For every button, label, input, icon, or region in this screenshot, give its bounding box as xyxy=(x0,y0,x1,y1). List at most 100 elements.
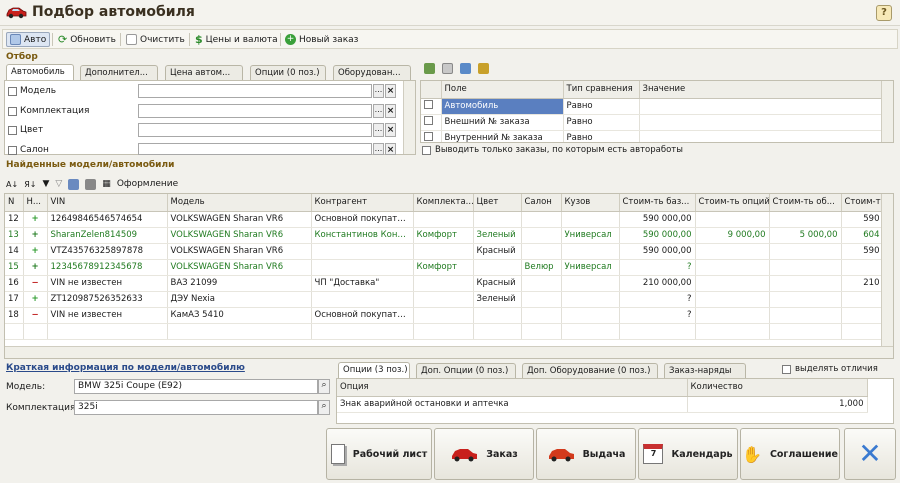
tab-options[interactable]: Опции (0 поз.) xyxy=(250,65,326,80)
help-button[interactable]: ? xyxy=(876,5,892,21)
minus-icon[interactable]: − xyxy=(23,307,48,324)
col-header[interactable]: Н... xyxy=(23,194,48,212)
select-button[interactable]: ... xyxy=(373,143,384,155)
table-cell[interactable]: 590 000,00 xyxy=(619,243,696,260)
table-cell[interactable] xyxy=(521,243,562,260)
col-header[interactable]: Опция xyxy=(337,379,688,397)
table-cell[interactable]: Равно xyxy=(563,98,640,115)
salon-input[interactable] xyxy=(138,143,372,155)
move-down-icon[interactable] xyxy=(478,63,489,74)
col-header[interactable]: Количество xyxy=(687,379,868,397)
sort-desc-icon[interactable]: Я↓ xyxy=(24,180,36,189)
table-cell[interactable] xyxy=(769,243,842,260)
table-cell[interactable]: 9 000,00 xyxy=(695,227,770,244)
col-header[interactable]: Стоим-ть баз... xyxy=(619,194,696,212)
table-cell[interactable]: VOLKSWAGEN Sharan VR6 xyxy=(167,243,312,260)
clear-button[interactable]: Очистить xyxy=(123,32,188,47)
table-cell[interactable]: Равно xyxy=(563,114,640,131)
col-header[interactable]: VIN xyxy=(47,194,168,212)
checkbox[interactable] xyxy=(424,100,433,109)
table-cell[interactable] xyxy=(561,307,620,324)
table-cell[interactable] xyxy=(473,259,522,276)
table-cell[interactable]: ? xyxy=(619,307,696,324)
clear-field-icon[interactable]: × xyxy=(385,84,396,98)
table-cell[interactable] xyxy=(639,114,884,131)
table-cell[interactable] xyxy=(561,291,620,308)
order-button[interactable]: Заказ xyxy=(434,428,534,480)
table-cell[interactable] xyxy=(413,275,474,292)
checkbox[interactable] xyxy=(8,145,17,155)
color-input[interactable] xyxy=(138,123,372,137)
table-cell[interactable] xyxy=(473,307,522,324)
table-cell[interactable] xyxy=(695,211,770,228)
close-button[interactable]: ✕ xyxy=(844,428,896,480)
table-cell[interactable] xyxy=(841,307,884,324)
info-model-value[interactable]: BMW 325i Coupe (E92) xyxy=(74,379,318,394)
agreement-button[interactable]: ✋ Соглашение xyxy=(740,428,840,480)
check-all-icon[interactable] xyxy=(424,63,435,74)
table-cell[interactable] xyxy=(769,259,842,276)
col-header[interactable]: Цвет xyxy=(473,194,522,212)
table-cell[interactable] xyxy=(561,243,620,260)
filter-color-row[interactable]: Цвет xyxy=(8,123,43,137)
table-cell[interactable] xyxy=(769,291,842,308)
table-row[interactable]: 14 + VTZ43576325897878 VOLKSWAGEN Sharan VR… xyxy=(5,243,884,260)
table-cell[interactable]: Красный xyxy=(473,275,522,292)
table-cell[interactable]: 16 xyxy=(5,275,24,292)
table-cell[interactable]: 604 xyxy=(841,227,884,244)
col-header[interactable]: N xyxy=(5,194,24,212)
table-cell[interactable] xyxy=(769,211,842,228)
table-cell[interactable] xyxy=(311,291,414,308)
col-header[interactable]: Стоим-ть xyxy=(841,194,884,212)
table-cell[interactable] xyxy=(521,227,562,244)
issue-button[interactable]: Выдача xyxy=(536,428,636,480)
only-orders-option[interactable]: Выводить только заказы, по которым есть … xyxy=(422,145,683,155)
col-header[interactable]: Контрагент xyxy=(311,194,414,212)
model-input[interactable] xyxy=(138,84,372,98)
table-cell[interactable] xyxy=(695,243,770,260)
format-icon[interactable]: ▦ xyxy=(102,179,111,189)
table-cell[interactable]: Универсал xyxy=(561,227,620,244)
search-icon[interactable]: ⌕ xyxy=(318,379,330,394)
tab-extra-equipment[interactable]: Доп. Оборудование (0 поз.) xyxy=(522,363,658,378)
table-row[interactable]: 13 + SharanZelen814509 VOLKSWAGEN Sharan VR… xyxy=(5,227,884,244)
table-row[interactable]: 18− VIN не известен КамАЗ 5410 Основной пок… xyxy=(5,307,884,324)
table-cell[interactable]: Основной покупате... xyxy=(311,307,414,324)
move-up-icon[interactable] xyxy=(460,63,471,74)
table-cell[interactable] xyxy=(521,291,562,308)
checkbox[interactable] xyxy=(8,125,17,135)
table-cell[interactable]: 590 000,00 xyxy=(619,211,696,228)
table-cell[interactable] xyxy=(639,130,884,142)
table-cell[interactable] xyxy=(311,243,414,260)
plus-icon[interactable]: + xyxy=(23,259,48,276)
table-cell[interactable] xyxy=(695,259,770,276)
checkbox[interactable] xyxy=(422,145,431,155)
table-cell[interactable]: Автомобиль xyxy=(441,98,564,115)
search-icon[interactable]: ⌕ xyxy=(318,400,330,415)
table-cell[interactable]: VIN не известен xyxy=(47,307,168,324)
table-cell[interactable] xyxy=(695,275,770,292)
settings-icon[interactable] xyxy=(68,178,80,190)
tab-additional[interactable]: Дополнител... xyxy=(80,65,158,80)
col-header[interactable]: Тип сравнения xyxy=(563,81,640,99)
table-cell[interactable] xyxy=(413,243,474,260)
info-title[interactable]: Краткая информация по модели/автомобилю xyxy=(6,363,245,373)
list-icon[interactable] xyxy=(85,178,97,190)
table-cell[interactable] xyxy=(841,291,884,308)
info-compl-value[interactable]: 325i xyxy=(74,400,318,415)
table-cell[interactable]: 12649846546574654 xyxy=(47,211,168,228)
tab-equipment[interactable]: Оборудован... xyxy=(333,65,411,80)
worksheet-button[interactable]: Рабочий лист xyxy=(326,428,432,480)
table-cell[interactable]: Зеленый xyxy=(473,291,522,308)
table-cell[interactable] xyxy=(639,98,884,115)
select-button[interactable]: ... xyxy=(373,123,384,137)
filter-scrollbar[interactable] xyxy=(403,81,415,154)
filter-salon-row[interactable]: Салон xyxy=(8,143,49,157)
highlight-diff-option[interactable]: выделять отличия xyxy=(782,364,878,374)
table-cell[interactable]: Зеленый xyxy=(473,227,522,244)
checkbox[interactable] xyxy=(782,364,791,374)
table-cell[interactable]: 17 xyxy=(5,291,24,308)
table-cell[interactable]: VOLKSWAGEN Sharan VR6 xyxy=(167,227,312,244)
table-cell[interactable]: ZT120987526352633 xyxy=(47,291,168,308)
table-cell[interactable]: VOLKSWAGEN Sharan VR6 xyxy=(167,259,312,276)
